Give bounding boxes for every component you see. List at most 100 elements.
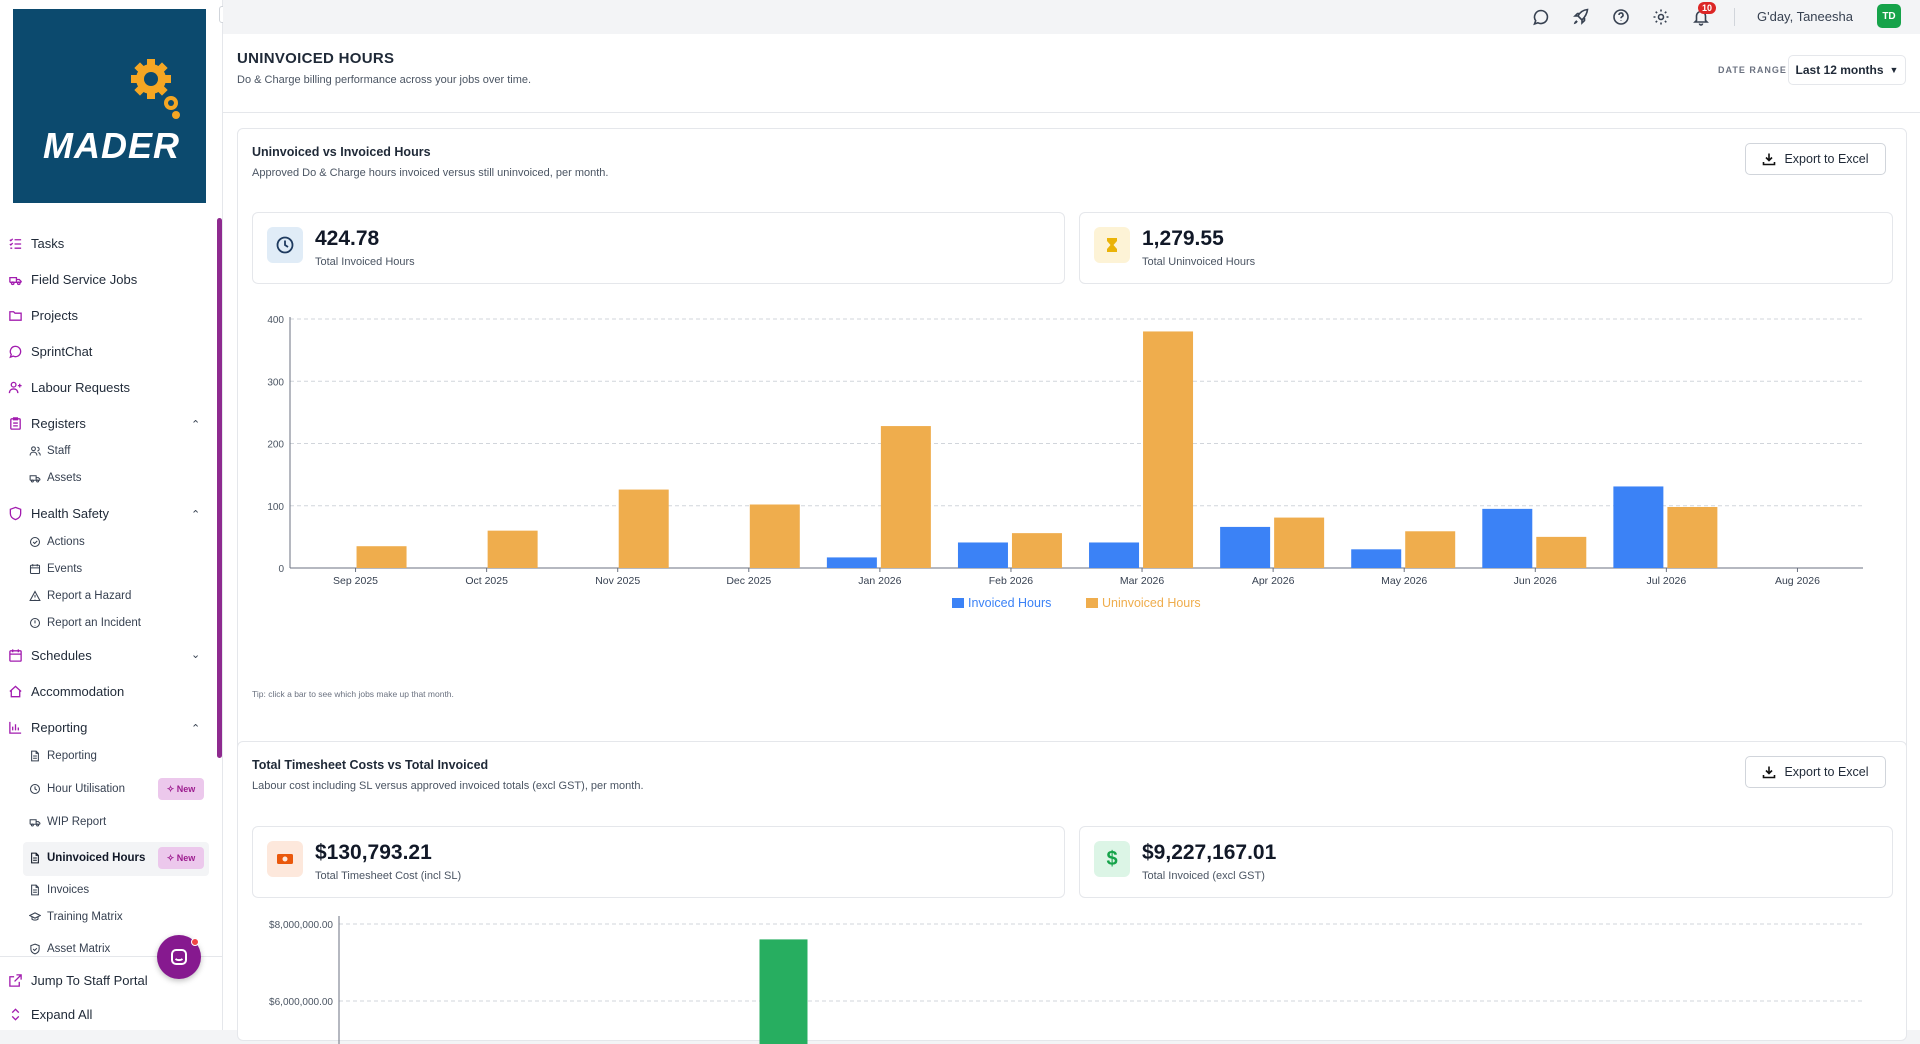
sidebar-subitem-label: Assets (47, 472, 82, 484)
bar-invoiced (1482, 508, 1533, 568)
sidebar-item-schedules[interactable]: Schedules (8, 648, 92, 663)
sidebar-item-label: Field Service Jobs (31, 272, 138, 287)
sidebar-subitem-hour-utilisation[interactable]: Hour Utilisation (29, 783, 125, 795)
x-tick-label: Oct 2025 (465, 575, 508, 587)
settings-icon[interactable] (1652, 8, 1670, 26)
export-to-excel-button[interactable]: Export to Excel (1745, 756, 1886, 788)
list-check-icon (9, 238, 22, 249)
stat-value: $130,793.21 (315, 841, 432, 864)
bar-total-invoiced (759, 939, 808, 1044)
sidebar-item-label: Reporting (31, 720, 88, 735)
document-icon (31, 884, 39, 896)
legend-swatch (952, 598, 964, 608)
sidebar-item-label: SprintChat (31, 344, 93, 359)
sidebar-item-label: Tasks (31, 236, 65, 251)
users-icon (29, 446, 41, 456)
date-range-select[interactable]: Last 12 months ▼ (1788, 55, 1906, 85)
greeting-text: G'day, Taneesha (1757, 9, 1853, 24)
expand-all-button[interactable]: Expand All (8, 1007, 92, 1022)
x-tick-label: May 2026 (1381, 575, 1427, 587)
sidebar-item-reporting[interactable]: Reporting (8, 720, 87, 735)
sidebar-item-field-service-jobs[interactable]: Field Service Jobs (8, 272, 137, 287)
sidebar-item-health-safety[interactable]: Health Safety (8, 506, 109, 521)
sidebar-subitem-report-incident[interactable]: Report an Incident (29, 617, 141, 629)
clipboard-icon (10, 417, 21, 430)
sidebar-subitem-invoices[interactable]: Invoices (29, 884, 89, 896)
sidebar-subitem-report-hazard[interactable]: Report a Hazard (29, 590, 131, 602)
x-tick-label: Aug 2026 (1775, 575, 1820, 587)
external-link-icon (9, 974, 22, 987)
rocket-icon[interactable] (1572, 8, 1590, 26)
sidebar-subitem-uninvoiced-hours[interactable]: Uninvoiced Hours (29, 852, 145, 864)
sidebar-item-registers[interactable]: Registers (8, 416, 86, 431)
sidebar-subitem-label: Events (47, 563, 83, 575)
export-to-excel-button[interactable]: Export to Excel (1745, 143, 1886, 175)
check-circle-icon (29, 536, 41, 548)
sidebar-subitem-label: Reporting (47, 750, 97, 762)
date-range-value: Last 12 months (1795, 63, 1884, 77)
costs-bar-chart[interactable]: $8,000,000.00 $6,000,000.00 (238, 904, 1906, 1044)
sidebar-subitem-events[interactable]: Events (29, 563, 82, 575)
chevron-up-icon[interactable]: ⌃ (191, 508, 200, 521)
x-tick-label: Jul 2026 (1647, 575, 1687, 587)
x-tick-label: Feb 2026 (989, 575, 1034, 587)
sidebar-item-labour-requests[interactable]: Labour Requests (8, 380, 130, 395)
chat-icon[interactable] (1532, 8, 1550, 26)
sidebar-item-projects[interactable]: Projects (8, 308, 78, 323)
total-timesheet-cost-stat: $130,793.21 Total Timesheet Cost (incl S… (252, 826, 1065, 898)
x-tick-label: Apr 2026 (1252, 575, 1295, 587)
sidebar-subitem-label: WIP Report (47, 816, 107, 828)
bar-uninvoiced (618, 489, 669, 568)
sidebar-subitem-label: Report an Incident (47, 617, 141, 629)
stat-value: 424.78 (315, 227, 380, 250)
sidebar-item-accommodation[interactable]: Accommodation (8, 684, 124, 699)
legend-swatch (1086, 598, 1098, 608)
company-logo[interactable]: MADER (13, 9, 206, 203)
y-tick-label: 300 (267, 377, 284, 388)
shield-check-icon (30, 943, 40, 955)
help-icon[interactable] (1612, 8, 1630, 26)
y-tick-label: 100 (267, 502, 284, 513)
sidebar-subitem-reporting[interactable]: Reporting (29, 750, 97, 762)
sidebar-subitem-actions[interactable]: Actions (29, 536, 85, 548)
total-uninvoiced-stat: 1,279.55 Total Uninvoiced Hours (1079, 212, 1893, 284)
sidebar-subitem-training-matrix[interactable]: Training Matrix (29, 911, 123, 923)
legend-label: Uninvoiced Hours (1102, 596, 1201, 610)
sidebar-subitem-wip-report[interactable]: WIP Report (29, 816, 106, 828)
sidebar-subitem-assets[interactable]: Assets (29, 472, 82, 484)
sidebar-subitem-label: Training Matrix (47, 911, 123, 923)
export-label: Export to Excel (1784, 152, 1869, 166)
x-tick-label: Jun 2026 (1514, 575, 1557, 587)
logo-text: MADER (43, 125, 180, 166)
chat-widget-icon (171, 949, 187, 965)
sidebar-item-sprintchat[interactable]: SprintChat (8, 344, 92, 359)
sidebar-item-label: Registers (31, 416, 86, 431)
topbar-divider (1734, 8, 1735, 26)
total-invoiced-amount-stat: $ $9,227,167.01 Total Invoiced (excl GST… (1079, 826, 1893, 898)
bar-uninvoiced (880, 426, 931, 568)
chevron-down-icon[interactable]: ⌄ (191, 648, 200, 661)
clock-icon (29, 783, 41, 795)
y-tick-label: $8,000,000.00 (269, 920, 333, 931)
chevron-up-icon[interactable]: ⌃ (191, 418, 200, 431)
sidebar-scrollbar[interactable] (217, 218, 222, 758)
card-subtitle: Labour cost including SL versus approved… (252, 780, 644, 792)
y-tick-label: 400 (267, 315, 284, 326)
hours-bar-chart[interactable]: 0 100 200 300 400 Sep 2025 Oct 2025 Nov 2025 Dec… (238, 295, 1906, 655)
stat-value: $9,227,167.01 (1142, 841, 1277, 864)
sidebar-subitem-asset-matrix[interactable]: Asset Matrix (29, 943, 110, 955)
sidebar-subitem-label: Actions (47, 536, 85, 548)
avatar[interactable]: TD (1877, 4, 1901, 28)
chat-icon (9, 345, 22, 359)
sidebar-subitem-staff[interactable]: Staff (29, 445, 70, 457)
support-chat-button[interactable] (157, 935, 201, 979)
chevron-up-icon[interactable]: ⌃ (191, 722, 200, 735)
bar-chart-icon (9, 721, 22, 734)
bar-uninvoiced (1405, 531, 1456, 568)
bar-uninvoiced (487, 530, 538, 568)
sidebar-item-tasks[interactable]: Tasks (8, 236, 64, 251)
stat-label: Total Timesheet Cost (incl SL) (315, 870, 462, 882)
jump-to-staff-portal-link[interactable]: Jump To Staff Portal (8, 973, 148, 988)
export-label: Export to Excel (1784, 765, 1869, 779)
truck-small-icon (29, 475, 41, 483)
